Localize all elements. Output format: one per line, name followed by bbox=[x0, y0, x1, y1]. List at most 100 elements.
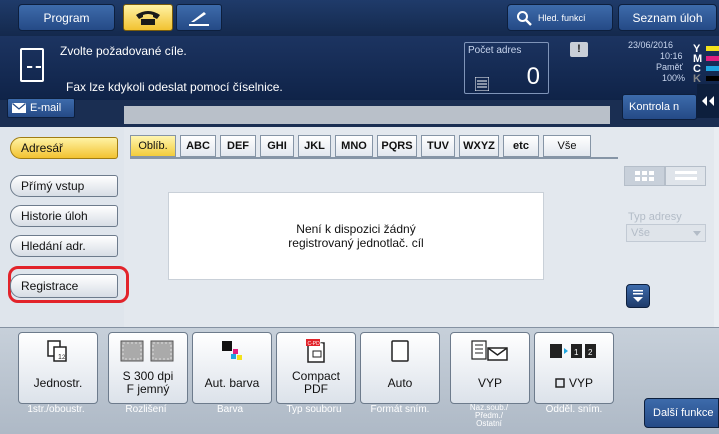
address-count-label: Počet adres bbox=[468, 45, 522, 56]
search-icon bbox=[517, 10, 532, 26]
scan-size-button[interactable]: Auto bbox=[360, 332, 440, 404]
caption-color: Barva bbox=[216, 404, 244, 415]
toner-y-bar bbox=[706, 46, 719, 51]
color-value: Aut. barva bbox=[204, 375, 260, 390]
empty-message-line-1: Není k dispozici žádný bbox=[296, 222, 416, 236]
caption-duplex: 1str./oboustr. bbox=[27, 404, 85, 415]
job-list-button[interactable]: Seznam úloh bbox=[618, 4, 717, 31]
menu-job-history[interactable]: Historie úloh bbox=[10, 205, 118, 227]
guidance-line-2: Fax lze kdykoli odeslat pomocí číselnice… bbox=[66, 80, 283, 94]
search-function-button[interactable]: Hled. funkcí bbox=[507, 4, 613, 31]
separate-scan-icon: 12 bbox=[549, 339, 599, 363]
menu-address-search[interactable]: Hledání adr. bbox=[10, 235, 118, 257]
caption-email-settings: Naz.soub./ Předm./ Ostatní bbox=[469, 403, 509, 428]
date-label: 23/06/2016 bbox=[628, 40, 674, 50]
pdf-icon: C-PDF bbox=[303, 339, 329, 363]
tab-ghi[interactable]: GHI bbox=[260, 135, 294, 157]
time-label: 10:16 bbox=[660, 51, 683, 61]
svg-text:C-PDF: C-PDF bbox=[308, 341, 323, 347]
collapse-panel-button[interactable] bbox=[697, 84, 719, 118]
address-count-box: Počet adres 0 bbox=[464, 42, 549, 94]
tab-underline bbox=[130, 157, 618, 159]
info-panel: Zvolte požadované cíle. Fax lze kdykoli … bbox=[0, 36, 719, 100]
memory-label: Paměť bbox=[656, 62, 683, 72]
resolution-button[interactable]: S 300 dpi F jemný bbox=[108, 332, 188, 404]
separate-scan-value-text: VYP bbox=[568, 375, 593, 390]
fax-status-icon-lines bbox=[27, 66, 41, 74]
tab-mno[interactable]: MNO bbox=[335, 135, 373, 157]
tab-jkl[interactable]: JKL bbox=[298, 135, 331, 157]
program-button[interactable]: Program bbox=[18, 4, 115, 31]
grid-view-button[interactable] bbox=[624, 166, 665, 186]
duplex-setting-button[interactable]: 12 Jednostr. bbox=[18, 332, 98, 404]
email-icon bbox=[470, 339, 510, 363]
list-view-icon bbox=[674, 171, 697, 180]
email-settings-button[interactable]: VYP bbox=[450, 332, 530, 404]
svg-text:1: 1 bbox=[574, 348, 579, 357]
color-button[interactable]: Aut. barva bbox=[192, 332, 272, 404]
tab-all[interactable]: Vše bbox=[543, 135, 591, 157]
search-function-label: Hled. funkcí bbox=[538, 12, 586, 23]
toner-k-bar bbox=[706, 76, 719, 81]
caption-scan-size: Formát sním. bbox=[370, 404, 430, 415]
destination-display bbox=[124, 106, 610, 124]
list-view-button[interactable] bbox=[665, 166, 706, 186]
tab-pqrs[interactable]: PQRS bbox=[377, 135, 417, 157]
chevron-down-icon bbox=[693, 230, 701, 236]
tab-favorites[interactable]: Oblíb. bbox=[130, 135, 176, 157]
email-tab-label: E-mail bbox=[30, 102, 62, 114]
duplex-setting-value: Jednostr. bbox=[33, 375, 83, 390]
caption-resolution: Rozlišení bbox=[125, 404, 167, 415]
email-settings-value: VYP bbox=[477, 375, 502, 390]
color-icon bbox=[219, 339, 245, 363]
page-outline-icon bbox=[555, 378, 565, 388]
resolution-icon bbox=[118, 339, 178, 363]
tab-etc[interactable]: etc bbox=[503, 135, 539, 157]
guidance-line-1: Zvolte požadované cíle. bbox=[60, 44, 187, 58]
separate-scan-button[interactable]: 12 VYP bbox=[534, 332, 614, 404]
file-type-button[interactable]: C-PDF Compact PDF bbox=[276, 332, 356, 404]
tab-abc[interactable]: ABC bbox=[180, 135, 216, 157]
tab-def[interactable]: DEF bbox=[220, 135, 256, 157]
single-sided-icon: 12 bbox=[45, 339, 71, 363]
scan-size-value: Auto bbox=[387, 375, 413, 390]
separate-scan-value: VYP bbox=[553, 363, 595, 403]
toner-c-bar bbox=[706, 66, 719, 71]
more-functions-button[interactable]: Další funkce bbox=[644, 398, 719, 428]
alert-icon[interactable]: ! bbox=[570, 42, 588, 57]
view-toggle bbox=[624, 166, 706, 186]
scroll-down-icon bbox=[633, 290, 643, 302]
page-icon bbox=[387, 339, 413, 363]
email-tab[interactable]: E-mail bbox=[7, 98, 75, 118]
address-count-value: 0 bbox=[526, 63, 540, 90]
fax-mode-button[interactable] bbox=[123, 4, 173, 31]
double-chevron-left-icon bbox=[702, 96, 714, 106]
scanner-lid-icon bbox=[189, 11, 209, 26]
file-type-value: Compact PDF bbox=[291, 369, 341, 396]
empty-list-message: Není k dispozici žádný registrovaný jedn… bbox=[168, 192, 544, 280]
menu-address-book[interactable]: Adresář bbox=[10, 137, 118, 159]
scanner-mode-button[interactable] bbox=[176, 4, 222, 31]
memory-value: 100% bbox=[662, 73, 686, 83]
index-tabs: Oblíb. ABC DEF GHI JKL MNO PQRS TUV WXYZ… bbox=[130, 135, 591, 157]
check-detail-button[interactable]: Kontrola n bbox=[622, 94, 697, 120]
telephone-icon bbox=[136, 10, 160, 25]
envelope-icon bbox=[12, 103, 26, 113]
list-icon bbox=[475, 77, 489, 91]
tab-wxyz[interactable]: WXYZ bbox=[459, 135, 499, 157]
fax-status-icon bbox=[20, 48, 44, 82]
address-type-select[interactable]: Vše bbox=[626, 224, 706, 242]
address-type-value: Vše bbox=[631, 227, 650, 239]
menu-registration[interactable]: Registrace bbox=[10, 274, 118, 298]
caption-separate-scan: Odděl. sním. bbox=[545, 404, 603, 415]
grid-view-icon bbox=[634, 171, 654, 181]
scroll-down-button[interactable] bbox=[626, 284, 650, 308]
tab-tuv[interactable]: TUV bbox=[421, 135, 455, 157]
empty-message-line-2: registrovaný jednotlač. cíl bbox=[288, 236, 424, 250]
resolution-value: S 300 dpi F jemný bbox=[122, 369, 174, 396]
svg-text:2: 2 bbox=[588, 348, 593, 357]
caption-file-type: Typ souboru bbox=[286, 404, 342, 415]
address-type-label: Typ adresy bbox=[628, 211, 682, 223]
toner-m-bar bbox=[706, 56, 719, 61]
menu-direct-input[interactable]: Přímý vstup bbox=[10, 175, 118, 197]
